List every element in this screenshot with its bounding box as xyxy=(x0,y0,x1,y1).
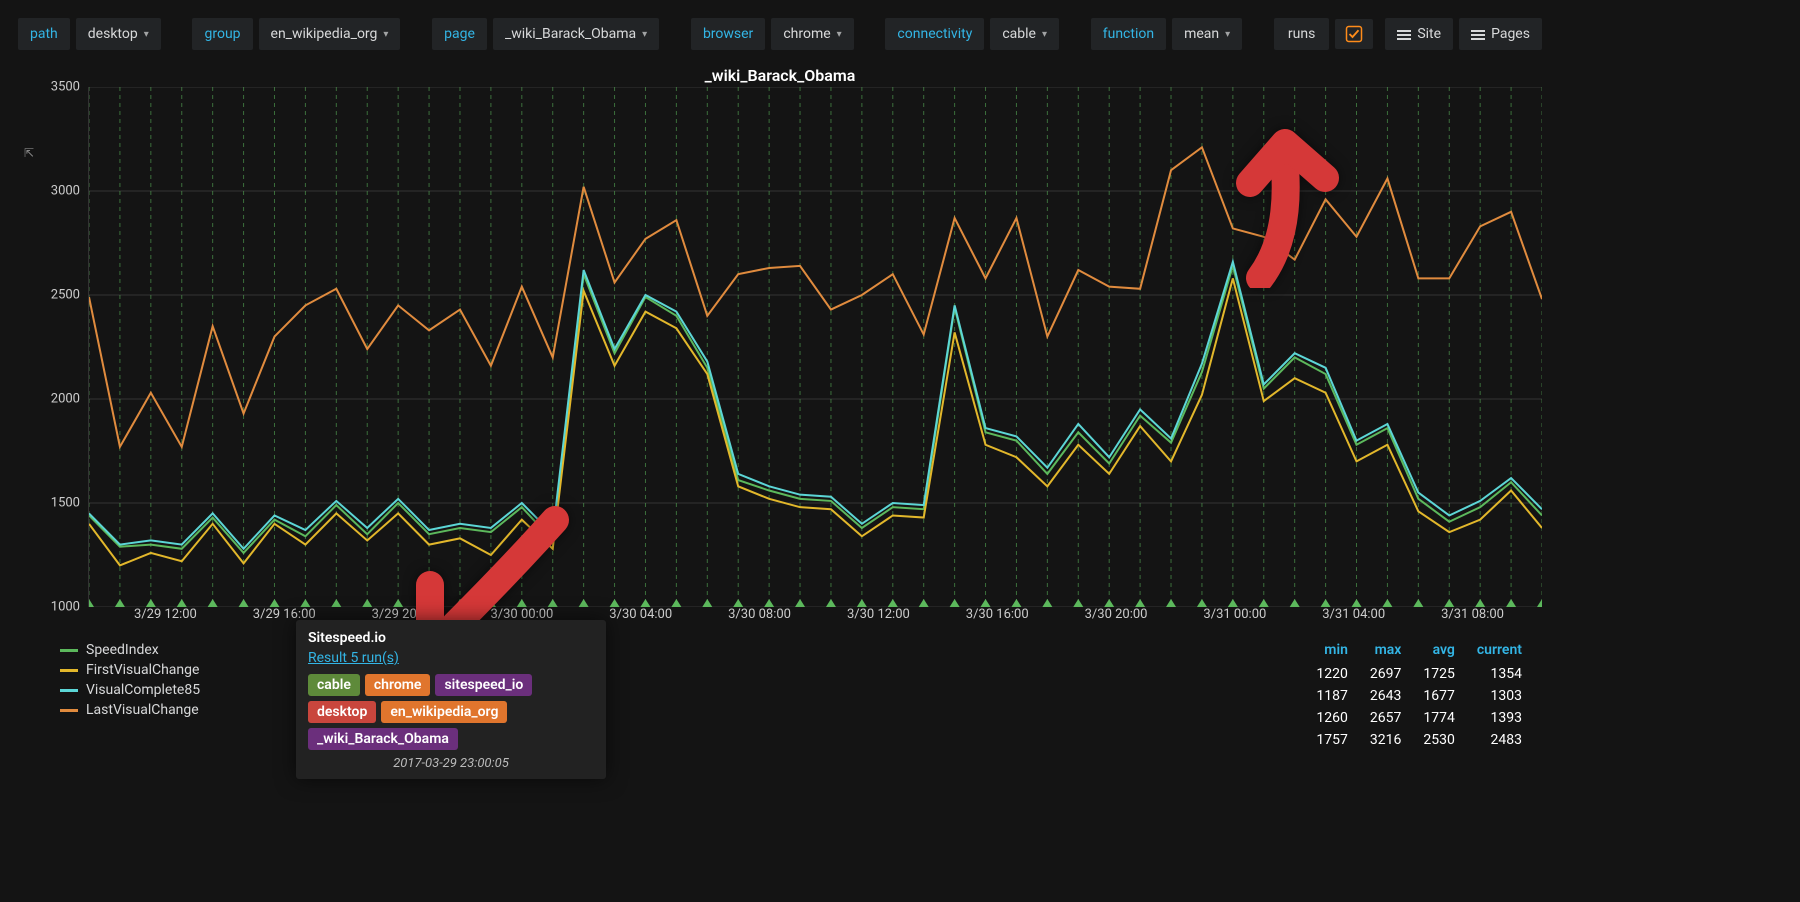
legend-label: SpeedIndex xyxy=(86,642,159,658)
tag[interactable]: _wiki_Barack_Obama xyxy=(308,728,458,750)
site-label: Site xyxy=(1417,26,1441,42)
browser-dropdown[interactable]: chrome xyxy=(771,18,853,50)
legend-swatch xyxy=(60,709,78,712)
template-variables-toolbar: path desktop group en_wikipedia_org page… xyxy=(0,0,1560,60)
x-tick: 3/31 04:00 xyxy=(1294,607,1413,622)
y-tick: 1500 xyxy=(51,496,80,511)
legend: SpeedIndex FirstVisualChange VisualComplet… xyxy=(18,640,1542,752)
tag[interactable]: cable xyxy=(308,674,360,696)
graph-panel: ⇱ _wiki_Barack_Obama 1000150020002500300… xyxy=(0,60,1560,752)
page-dropdown[interactable]: _wiki_Barack_Obama xyxy=(493,18,659,50)
x-tick: 3/30 12:00 xyxy=(819,607,938,622)
tooltip-result-link[interactable]: Result 5 run(s) xyxy=(308,650,399,666)
y-axis: 100015002000250030003500 xyxy=(18,87,88,607)
legend-item[interactable]: VisualComplete85 xyxy=(60,680,310,700)
legend-stats-row: 1220269717251354 xyxy=(1306,664,1532,684)
group-dropdown[interactable]: en_wikipedia_org xyxy=(259,18,401,50)
col-max: max xyxy=(1360,642,1411,662)
menu-icon xyxy=(1471,28,1485,40)
checkbox-checked-icon xyxy=(1345,25,1363,43)
legend-stats-row: 1187264316771303 xyxy=(1306,686,1532,706)
series-FirstVisualChange[interactable] xyxy=(89,278,1542,565)
y-tick: 2000 xyxy=(51,392,80,407)
group-value: en_wikipedia_org xyxy=(271,26,378,42)
browser-label: browser xyxy=(691,18,765,50)
x-tick: 3/31 00:00 xyxy=(1175,607,1294,622)
connectivity-value: cable xyxy=(1002,26,1036,42)
pages-button[interactable]: Pages xyxy=(1459,18,1542,50)
function-value: mean xyxy=(1184,26,1219,42)
pages-label: Pages xyxy=(1491,26,1530,42)
path-value: desktop xyxy=(88,26,138,42)
col-min: min xyxy=(1306,642,1357,662)
path-dropdown[interactable]: desktop xyxy=(76,18,161,50)
tag[interactable]: sitespeed_io xyxy=(435,674,532,696)
legend-label: LastVisualChange xyxy=(86,702,199,718)
tooltip-timestamp: 2017-03-29 23:00:05 xyxy=(308,756,594,771)
x-tick: 3/31 08:00 xyxy=(1413,607,1532,622)
x-tick: 3/30 16:00 xyxy=(938,607,1057,622)
x-tick: 3/29 12:00 xyxy=(106,607,225,622)
runs-toggle-checkbox[interactable] xyxy=(1335,19,1373,49)
legend-swatch xyxy=(60,649,78,652)
legend-item[interactable]: LastVisualChange xyxy=(60,700,310,720)
page-label: page xyxy=(432,18,487,50)
legend-stats-table: min max avg current 12202697172513541187… xyxy=(1304,640,1534,752)
plot-area[interactable] xyxy=(88,87,1542,607)
chart-title: _wiki_Barack_Obama xyxy=(18,60,1542,87)
series-LastVisualChange[interactable] xyxy=(89,147,1542,447)
function-label: function xyxy=(1091,18,1166,50)
site-button[interactable]: Site xyxy=(1385,18,1453,50)
browser-value: chrome xyxy=(783,26,830,42)
legend-stats-row: 1260265717741393 xyxy=(1306,708,1532,728)
y-tick: 3000 xyxy=(51,184,80,199)
runs-button[interactable]: runs xyxy=(1274,18,1329,50)
annotation-tooltip: Sitespeed.io Result 5 run(s) cablechrome… xyxy=(296,620,606,779)
tag[interactable]: chrome xyxy=(365,674,431,696)
tag[interactable]: desktop xyxy=(308,701,376,723)
x-tick: 3/30 08:00 xyxy=(700,607,819,622)
legend-label: VisualComplete85 xyxy=(86,682,200,698)
group-label: group xyxy=(192,18,252,50)
legend-item[interactable]: FirstVisualChange xyxy=(60,660,310,680)
path-label: path xyxy=(18,18,70,50)
series-SpeedIndex[interactable] xyxy=(89,266,1542,553)
connectivity-label: connectivity xyxy=(885,18,984,50)
legend-stats-row: 1757321625302483 xyxy=(1306,730,1532,750)
col-avg: avg xyxy=(1413,642,1464,662)
x-tick: 3/30 20:00 xyxy=(1057,607,1176,622)
y-tick: 1000 xyxy=(51,600,80,615)
connectivity-dropdown[interactable]: cable xyxy=(990,18,1059,50)
y-tick: 3500 xyxy=(51,80,80,95)
legend-swatch xyxy=(60,669,78,672)
col-current: current xyxy=(1467,642,1532,662)
function-dropdown[interactable]: mean xyxy=(1172,18,1242,50)
legend-label: FirstVisualChange xyxy=(86,662,199,678)
legend-swatch xyxy=(60,689,78,692)
legend-item[interactable]: SpeedIndex xyxy=(60,640,310,660)
page-value: _wiki_Barack_Obama xyxy=(505,26,636,42)
y-tick: 2500 xyxy=(51,288,80,303)
tag[interactable]: en_wikipedia_org xyxy=(381,701,507,723)
tooltip-title: Sitespeed.io xyxy=(308,630,594,646)
menu-icon xyxy=(1397,28,1411,40)
